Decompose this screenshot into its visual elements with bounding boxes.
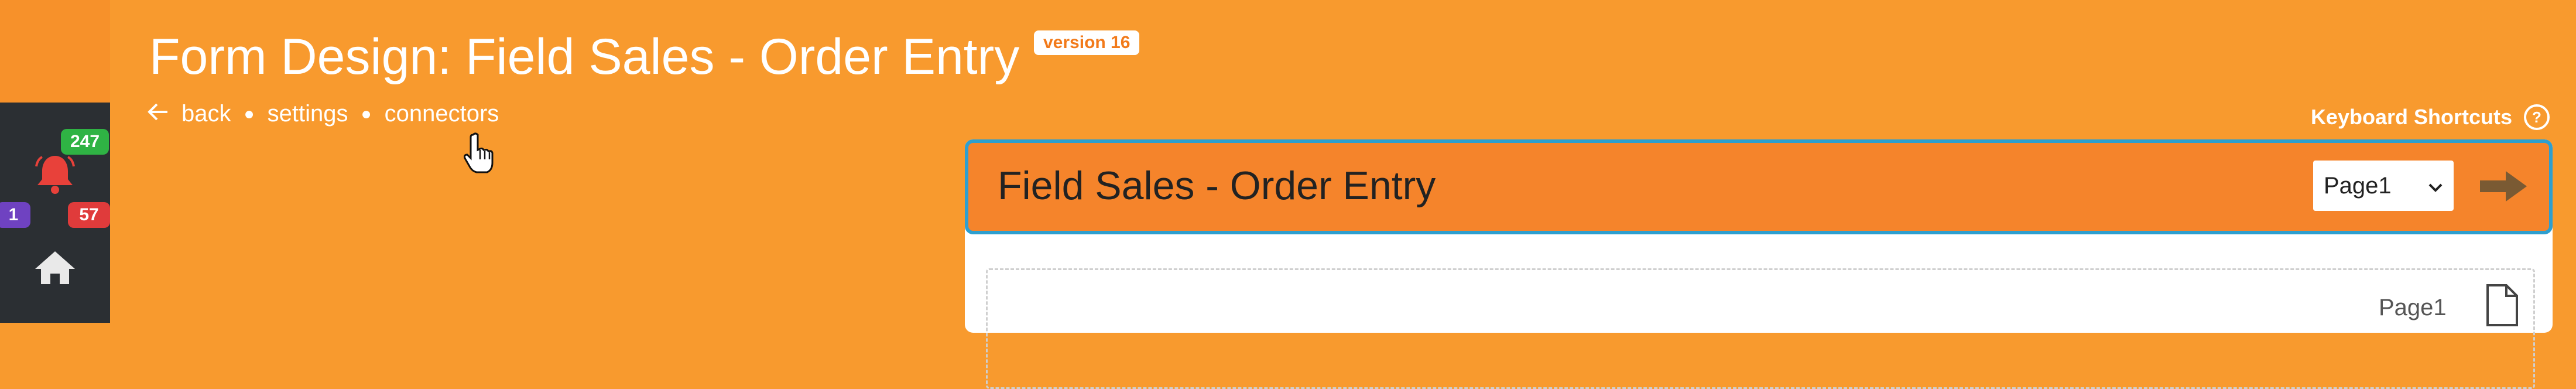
form-title: Field Sales - Order Entry	[998, 163, 1436, 208]
tasks-count-badge: 1	[0, 202, 30, 228]
version-badge: version 16	[1034, 30, 1140, 55]
keyboard-shortcuts-link[interactable]: Keyboard Shortcuts ?	[2311, 104, 2550, 130]
hand-pointer-icon	[463, 132, 495, 178]
document-icon	[2484, 283, 2519, 330]
home-icon[interactable]	[33, 249, 77, 289]
notification-count-badge: 247	[61, 129, 109, 155]
page-select[interactable]: Page1	[2313, 161, 2454, 211]
arrow-right-icon[interactable]	[2479, 169, 2528, 207]
chevron-down-icon	[2428, 173, 2443, 199]
settings-link[interactable]: settings	[268, 101, 348, 127]
arrow-left-icon[interactable]	[148, 101, 169, 127]
alerts-count-badge: 57	[68, 202, 110, 228]
keyboard-shortcuts-label: Keyboard Shortcuts	[2310, 105, 2512, 129]
page-drop-area[interactable]: Page1	[986, 268, 2535, 389]
question-circle-icon[interactable]: ?	[2524, 104, 2550, 130]
bell-icon[interactable]	[35, 153, 75, 197]
left-sidebar: 247 1 57	[0, 0, 110, 323]
breadcrumb-separator: ●	[244, 104, 255, 124]
breadcrumb-separator: ●	[361, 104, 372, 124]
page-title: Form Design: Field Sales - Order Entry	[149, 29, 1020, 85]
back-link[interactable]: back	[181, 101, 231, 127]
form-canvas: Field Sales - Order Entry Page1 Page1	[965, 139, 2553, 389]
page-label: Page1	[2379, 295, 2447, 320]
breadcrumb: back ● settings ● connectors	[148, 101, 499, 127]
connectors-link[interactable]: connectors	[385, 101, 499, 127]
page-select-value: Page1	[2324, 172, 2392, 199]
form-header[interactable]: Field Sales - Order Entry Page1	[965, 139, 2553, 234]
sidebar-brand-area	[0, 0, 110, 103]
